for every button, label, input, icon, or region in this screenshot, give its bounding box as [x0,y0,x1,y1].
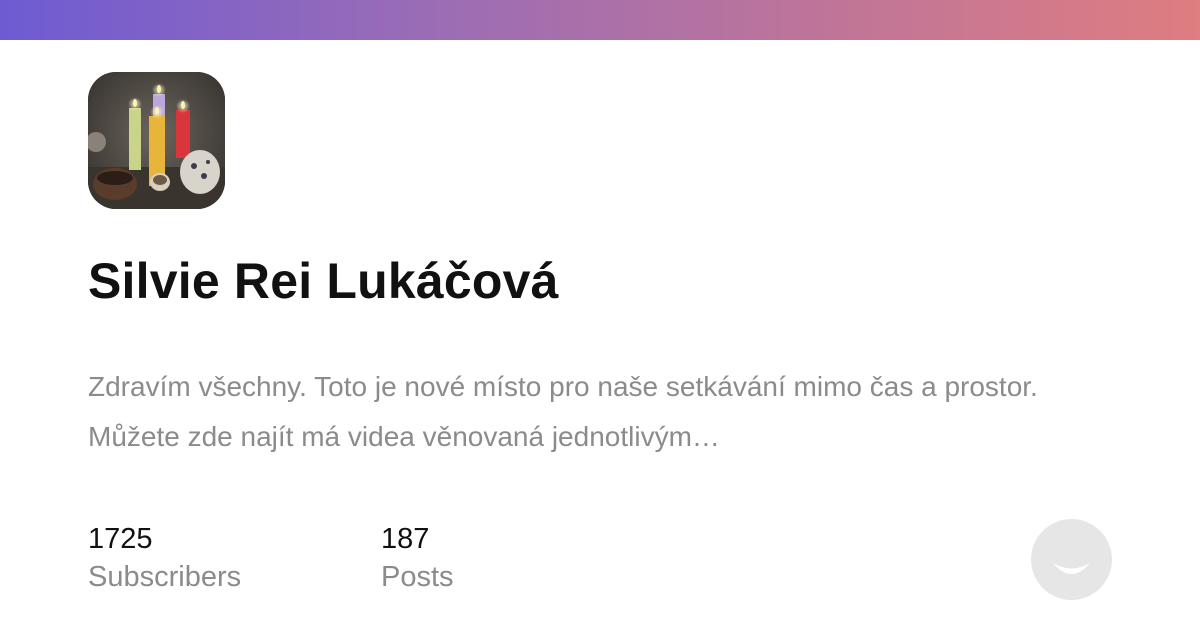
posts-label: Posts [381,561,454,593]
subscribers-label: Subscribers [88,561,242,593]
posts-count: 187 [381,523,430,555]
profile-description: Zdravím všechny. Toto je nové místo pro … [88,371,1038,452]
smiley-icon [1031,519,1112,600]
subscribers-stat: 1725 Subscribers [88,521,241,597]
profile-name: Silvie Rei Lukáčová [88,253,559,309]
profile-avatar [88,72,225,209]
brand-gradient-bar [0,0,1200,40]
candles-photo-icon [88,72,225,209]
subscribers-count: 1725 [88,523,153,555]
posts-stat: 187 Posts [381,521,454,597]
